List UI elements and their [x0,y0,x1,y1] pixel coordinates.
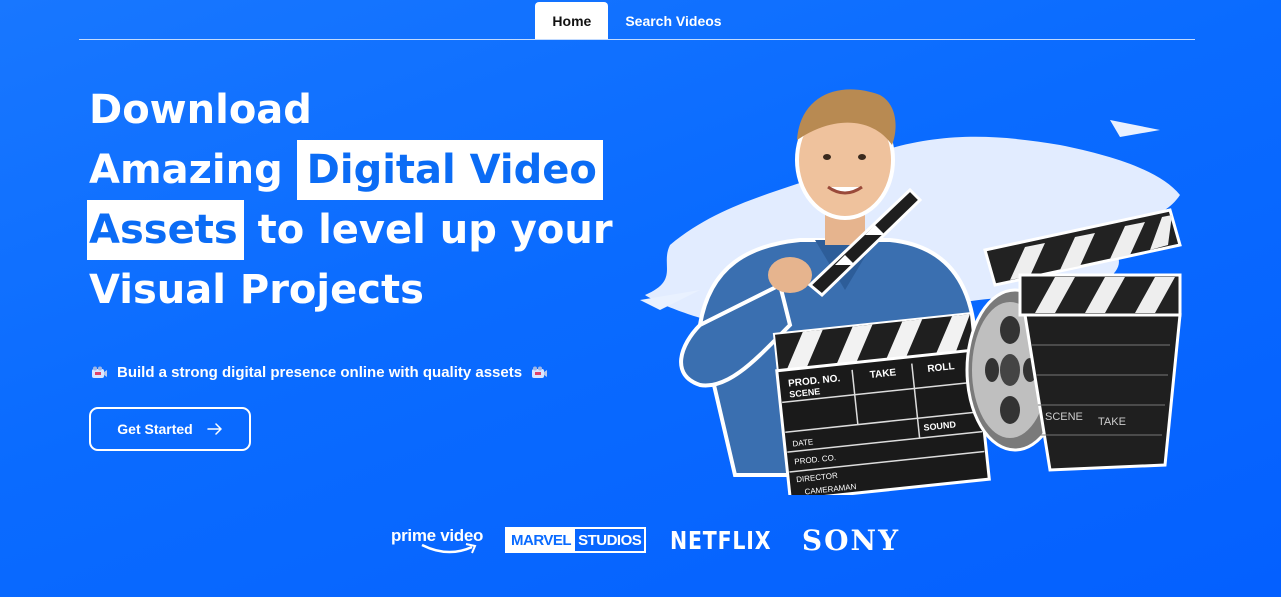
headline-amazing: Amazing [89,147,297,193]
top-nav: Home Search Videos [79,0,1195,40]
sony-logo: SONY [801,523,901,557]
headline-highlight-assets: Assets [87,200,244,260]
back-clapper-take: TAKE [1098,416,1126,428]
headline-line-4: Visual Projects [89,267,424,313]
studios-text: STUDIOS [578,531,642,549]
arrow-right-icon [206,423,222,435]
get-started-label: Get Started [117,421,193,437]
marvel-studios-logo: MARVEL STUDIOS [505,527,647,553]
prime-video-logo: prime video [390,522,485,558]
front-clapperboard: PROD. NO. SCENE TAKE ROLL DATE SOUND PRO… [772,312,991,495]
partner-logos: prime video MARVEL STUDIOS NETFLIX SONY [390,520,900,560]
back-clapper-scene: SCENE [1045,411,1083,423]
video-camera-icon [532,366,548,378]
tab-search-videos[interactable]: Search Videos [608,2,738,39]
headline-line-3: Assets to level up your [87,200,613,260]
headline-level-up: to level up your [243,207,613,253]
headline-line-2: Amazing Digital Video [89,140,609,200]
headline-line-1: Download [89,87,312,133]
netflix-logo: NETFLIX [670,525,772,555]
hero-headline: Download Amazing Digital Video Assets to… [87,80,613,320]
amazon-smile-icon [421,543,477,554]
headline-highlight-digital-video: Digital Video [296,140,603,200]
hero-illustration: PROD. NO. SCENE TAKE ROLL DATE SOUND PRO… [640,89,1182,495]
tagline-text: Build a strong digital presence online w… [117,364,523,381]
marvel-text: MARVEL [507,529,576,551]
hero-tagline: Build a strong digital presence online w… [91,364,548,381]
get-started-button[interactable]: Get Started [89,407,251,451]
nav-tabs: Home Search Videos [535,0,738,39]
tab-home[interactable]: Home [535,2,609,39]
video-camera-icon [92,366,107,378]
